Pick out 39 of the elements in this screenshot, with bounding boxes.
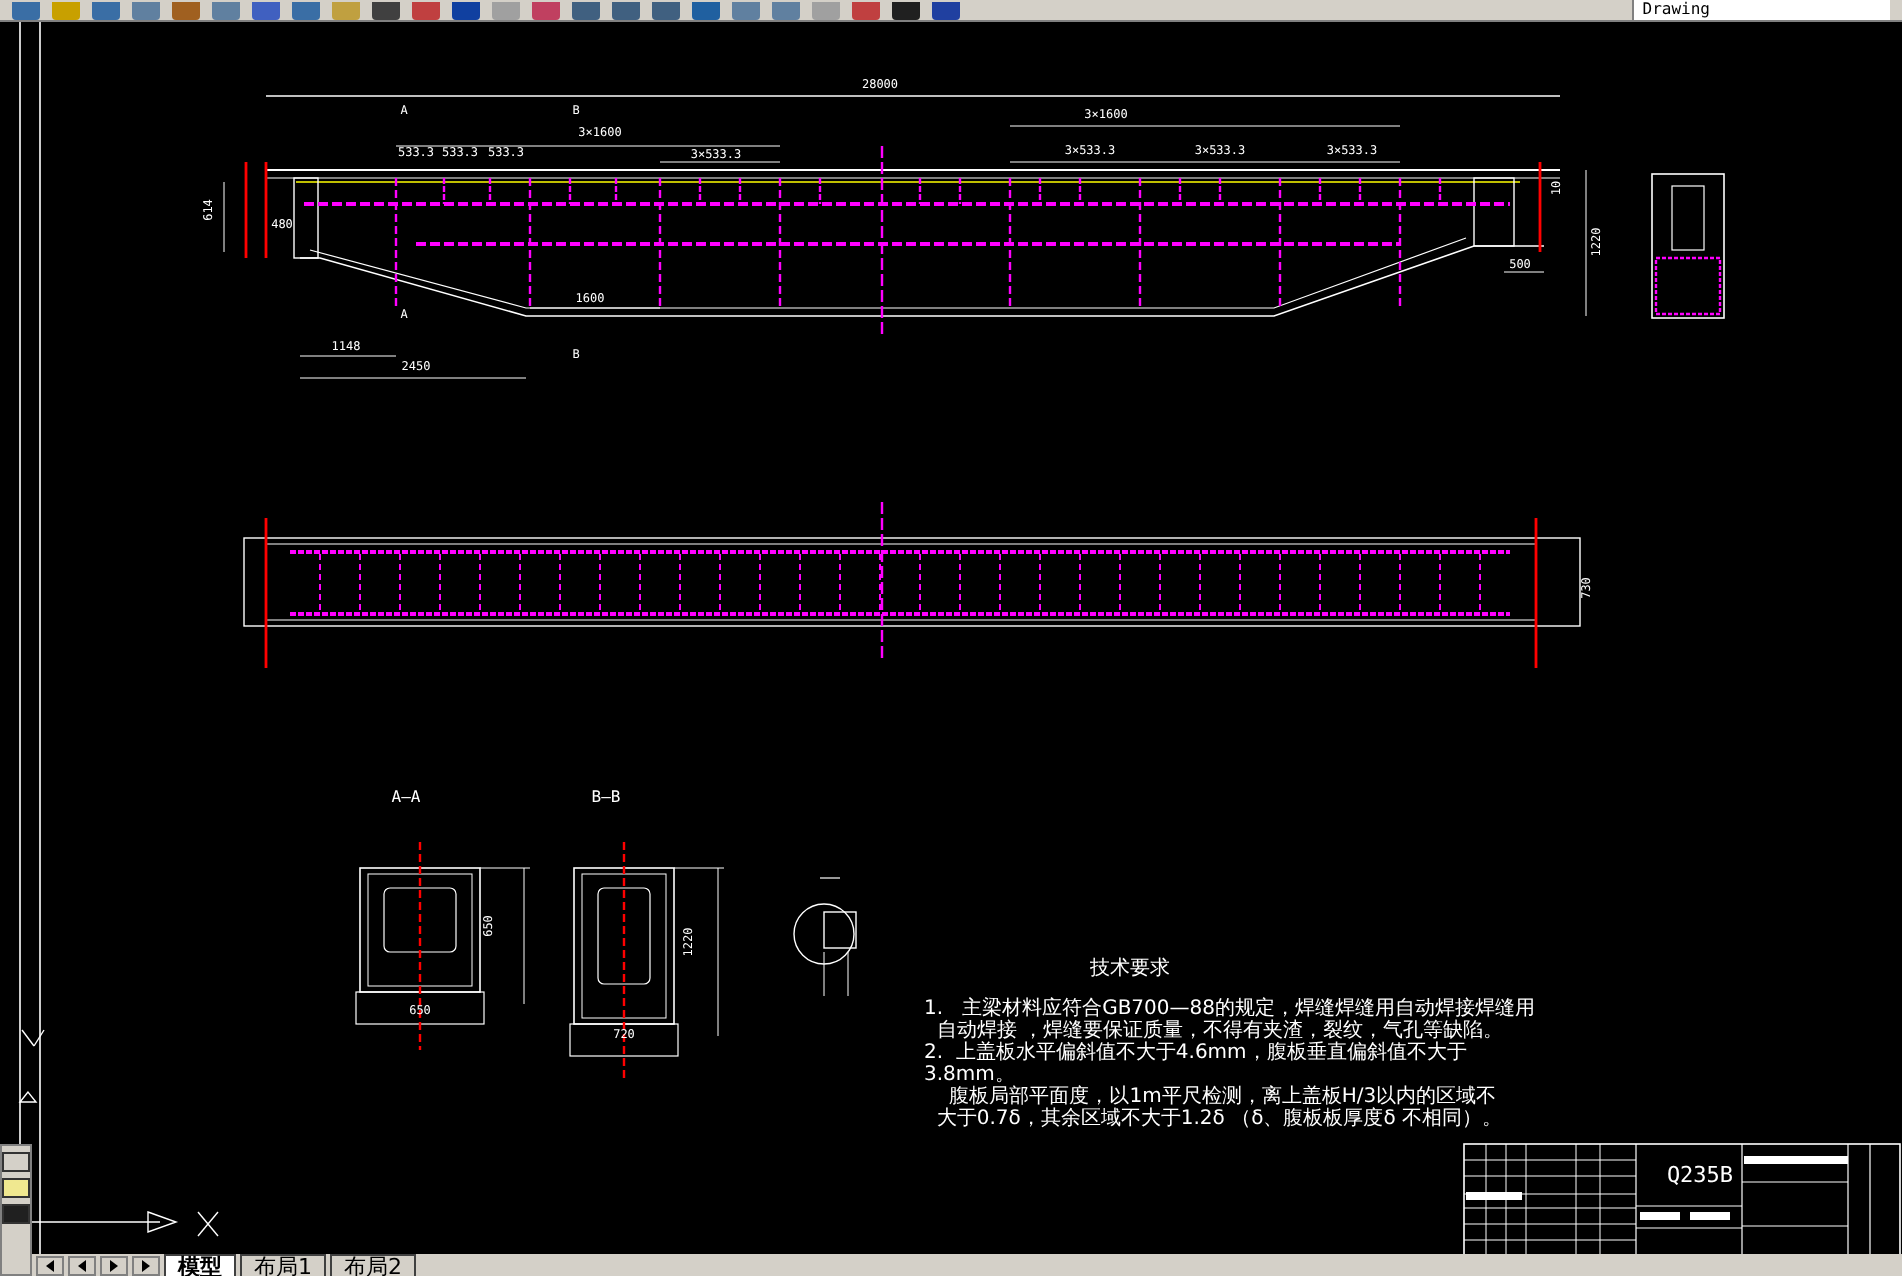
- toolbar-button[interactable]: [612, 2, 640, 20]
- toolbar-button[interactable]: [572, 2, 600, 20]
- note-line: 2. 上盖板水平偏斜值不大于4.6mm，腹板垂直偏斜值不大于: [924, 1042, 1467, 1064]
- notes-title: 技术要求: [1090, 958, 1170, 980]
- toolbar-button[interactable]: [332, 2, 360, 20]
- toolbar-button[interactable]: [652, 2, 680, 20]
- toolbar-button[interactable]: [932, 2, 960, 20]
- toolbar-button[interactable]: [892, 2, 920, 20]
- layout-tab[interactable]: 布局2: [330, 1254, 416, 1276]
- toolbar-button[interactable]: [452, 2, 480, 20]
- toolbar-button[interactable]: [52, 2, 80, 20]
- note-line: 自动焊接 ，焊缝要保证质量，不得有夹渣，裂纹，气孔等缺陷。: [936, 1020, 1504, 1042]
- ucs-icon: [18, 1029, 219, 1237]
- note-line: 1. 主梁材料应符合GB700—88的规定，焊缝焊缝用自动焊接焊缝用: [924, 998, 1535, 1020]
- toolbar-button[interactable]: [212, 2, 240, 20]
- toolbar-button[interactable]: [772, 2, 800, 20]
- toolbar-button[interactable]: [12, 2, 40, 20]
- note-line: 大于0.7δ，其余区域不大于1.2δ （δ、腹板板厚度δ 不相同）。: [936, 1108, 1502, 1130]
- toolbar-button[interactable]: [252, 2, 280, 20]
- toolbar-button[interactable]: [852, 2, 880, 20]
- toolbar-button[interactable]: [132, 2, 160, 20]
- toolbar-button[interactable]: [372, 2, 400, 20]
- toolbar-button[interactable]: [292, 2, 320, 20]
- note-line: 腹板局部平面度，以1m平尺检测，离上盖板H/3以内的区域不: [949, 1086, 1497, 1108]
- layer-dropdown[interactable]: Drawing: [1632, 0, 1890, 20]
- section-title: A—A: [391, 788, 421, 806]
- weld-detail-drawing: [793, 877, 857, 997]
- toolbar-button[interactable]: [812, 2, 840, 20]
- toolbar-button[interactable]: [412, 2, 440, 20]
- toolbar-button[interactable]: [732, 2, 760, 20]
- toolbar-button[interactable]: [172, 2, 200, 20]
- toolbar-button[interactable]: [532, 2, 560, 20]
- toolbar-button[interactable]: [692, 2, 720, 20]
- toolbar-button[interactable]: [92, 2, 120, 20]
- note-line: 3.8mm。: [924, 1064, 1015, 1086]
- toolbar-button[interactable]: [492, 2, 520, 20]
- layout-tab[interactable]: 布局1: [240, 1254, 326, 1276]
- section-title: B—B: [591, 788, 621, 806]
- material-text: Q235B: [1666, 1162, 1734, 1188]
